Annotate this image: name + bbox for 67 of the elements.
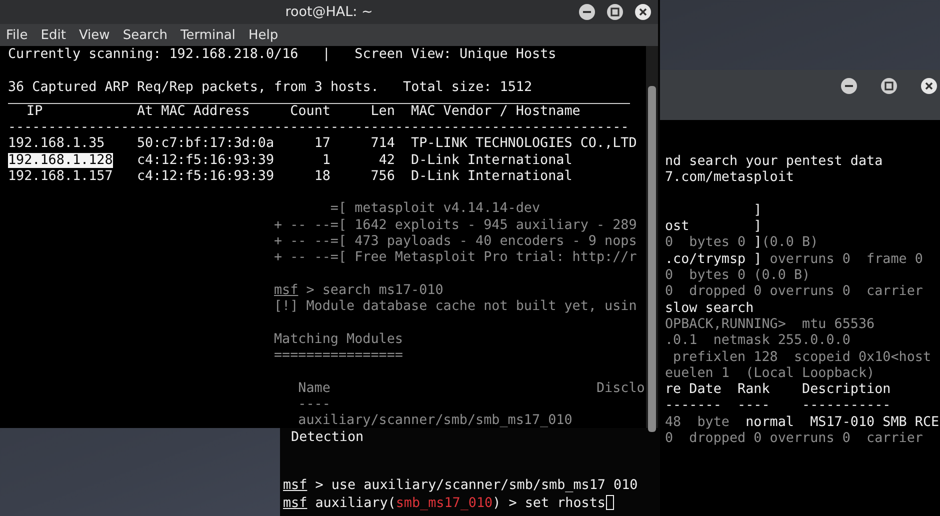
column-header: Len [370,104,395,120]
table-cell: c4:12:f5:16:93:39 [136,152,274,170]
table-cell-text: 756 [370,169,395,186]
terminal-line: ost ] [665,219,763,236]
terminal-line: + -- --=[ 473 payloads - 40 encoders - 9 nops [274,234,638,250]
table-cell-text: 1 [321,152,330,170]
terminal-line: 0 dropped 0 overruns 0 carrier [665,431,924,448]
menu-item[interactable]: View [78,28,110,42]
window-title: root@HAL: ~ [285,4,373,20]
terminal-line: =[ metasploit v4.14.14-dev [329,201,542,218]
terminal-line: Name Disclo [297,380,646,397]
terminal-line: slow search [665,300,755,317]
column-header: IP [26,104,44,120]
close-icon[interactable] [634,3,652,21]
table-cell: 50:c7:bf:17:3d:0a [136,136,274,153]
terminal-line: prefixlen 128 scopeid 0x10<host [672,350,932,366]
minimize-icon[interactable] [578,3,596,21]
terminal-line: 0 bytes 0 (0.0 B) [665,268,812,284]
terminal-line: re Date Rank Description [665,382,892,398]
menu-item[interactable]: File [6,28,28,42]
table-cell[interactable]: 192.168.1.157 [8,169,113,184]
terminal-line: Currently scanning: 192.168.218.0/16 | Screen View: Unique Hosts [8,47,558,64]
table-cell: c4:12:f5:16:93:39 [136,169,274,186]
terminal-line: .0.1 netmask 255.0.0.0 [665,333,852,350]
terminal-line: euelen 1 (Local Loopback) [665,366,876,382]
terminal-line: + -- --=[ 1642 exploits - 945 auxiliary - 289 [274,218,638,234]
menu-item[interactable]: Edit [40,28,66,42]
terminal-line: msf > search ms17-010 [274,282,444,300]
terminal-line: ] [752,202,763,220]
terminal-line: + -- --=[ Free Metasploit Pro trial: http://r [274,250,638,267]
table-cell[interactable]: 192.168.1.35 [8,136,105,152]
terminal-line: .co/trymsp ] overruns 0 frame 0 [665,252,924,268]
close-icon[interactable] [920,77,938,95]
table-cell-text: TP-LINK TECHNOLOGIES CO.,LTD [410,136,638,153]
column-header: At MAC Address [136,104,251,120]
terminal-line: ---- [297,396,332,414]
maximize-icon[interactable] [880,77,898,95]
menu-item[interactable]: Search [122,28,168,42]
menu-item[interactable]: Help [248,28,278,42]
terminal-line: auxiliary/scanner/smb/smb_ms17_010 [297,413,574,430]
terminal-line: Detection [290,430,365,446]
terminal-line: 7.com/metasploit [665,170,795,187]
minimize-icon[interactable] [840,77,858,95]
maximize-icon[interactable] [606,3,624,21]
separator-line: ----------------------------------------------------------------------------- [8,120,630,136]
terminal-line: 0 dropped 0 overruns 0 carrier [665,284,924,301]
table-cell[interactable]: 192.168.1.128 [8,152,113,168]
terminal-line: Matching Modules [274,332,404,348]
terminal-line: OPBACK,RUNNING> mtu 65536 [665,316,876,334]
terminal-line: 48 byte normal MS17-010 SMB RCE [665,414,940,432]
terminal-line: 36 Captured ARP Req/Rep packets, from 3 hosts. Total size: 1512 [8,80,534,96]
table-cell-text: D-Link International [410,152,574,170]
table-cell-text: 18 [313,169,330,186]
menu-item[interactable]: Terminal [180,28,236,42]
terminal-line: msf > use auxiliary/scanner/smb/smb_ms17 010 [283,478,639,495]
table-cell-text: 42 [378,152,395,170]
table-cell-text: 17 [313,136,330,153]
table-cell-text: D-Link International [410,169,574,186]
terminal-line: nd search your pentest data [665,154,884,170]
column-header: MAC Vendor / Hostname [410,104,582,120]
terminal-line: ================ [274,348,404,364]
table-cell-text: 714 [370,136,395,153]
column-header: Count [289,104,330,120]
terminal-line: 0 bytes 0 ](0.0 B) [665,235,820,252]
terminal-line: ------- ---- ----------- [665,398,892,415]
command-line: msf auxiliary(smb_ms17_010) > set rhosts [283,494,660,511]
terminal-line: [!] Module database cache not built yet, usin [274,299,638,316]
